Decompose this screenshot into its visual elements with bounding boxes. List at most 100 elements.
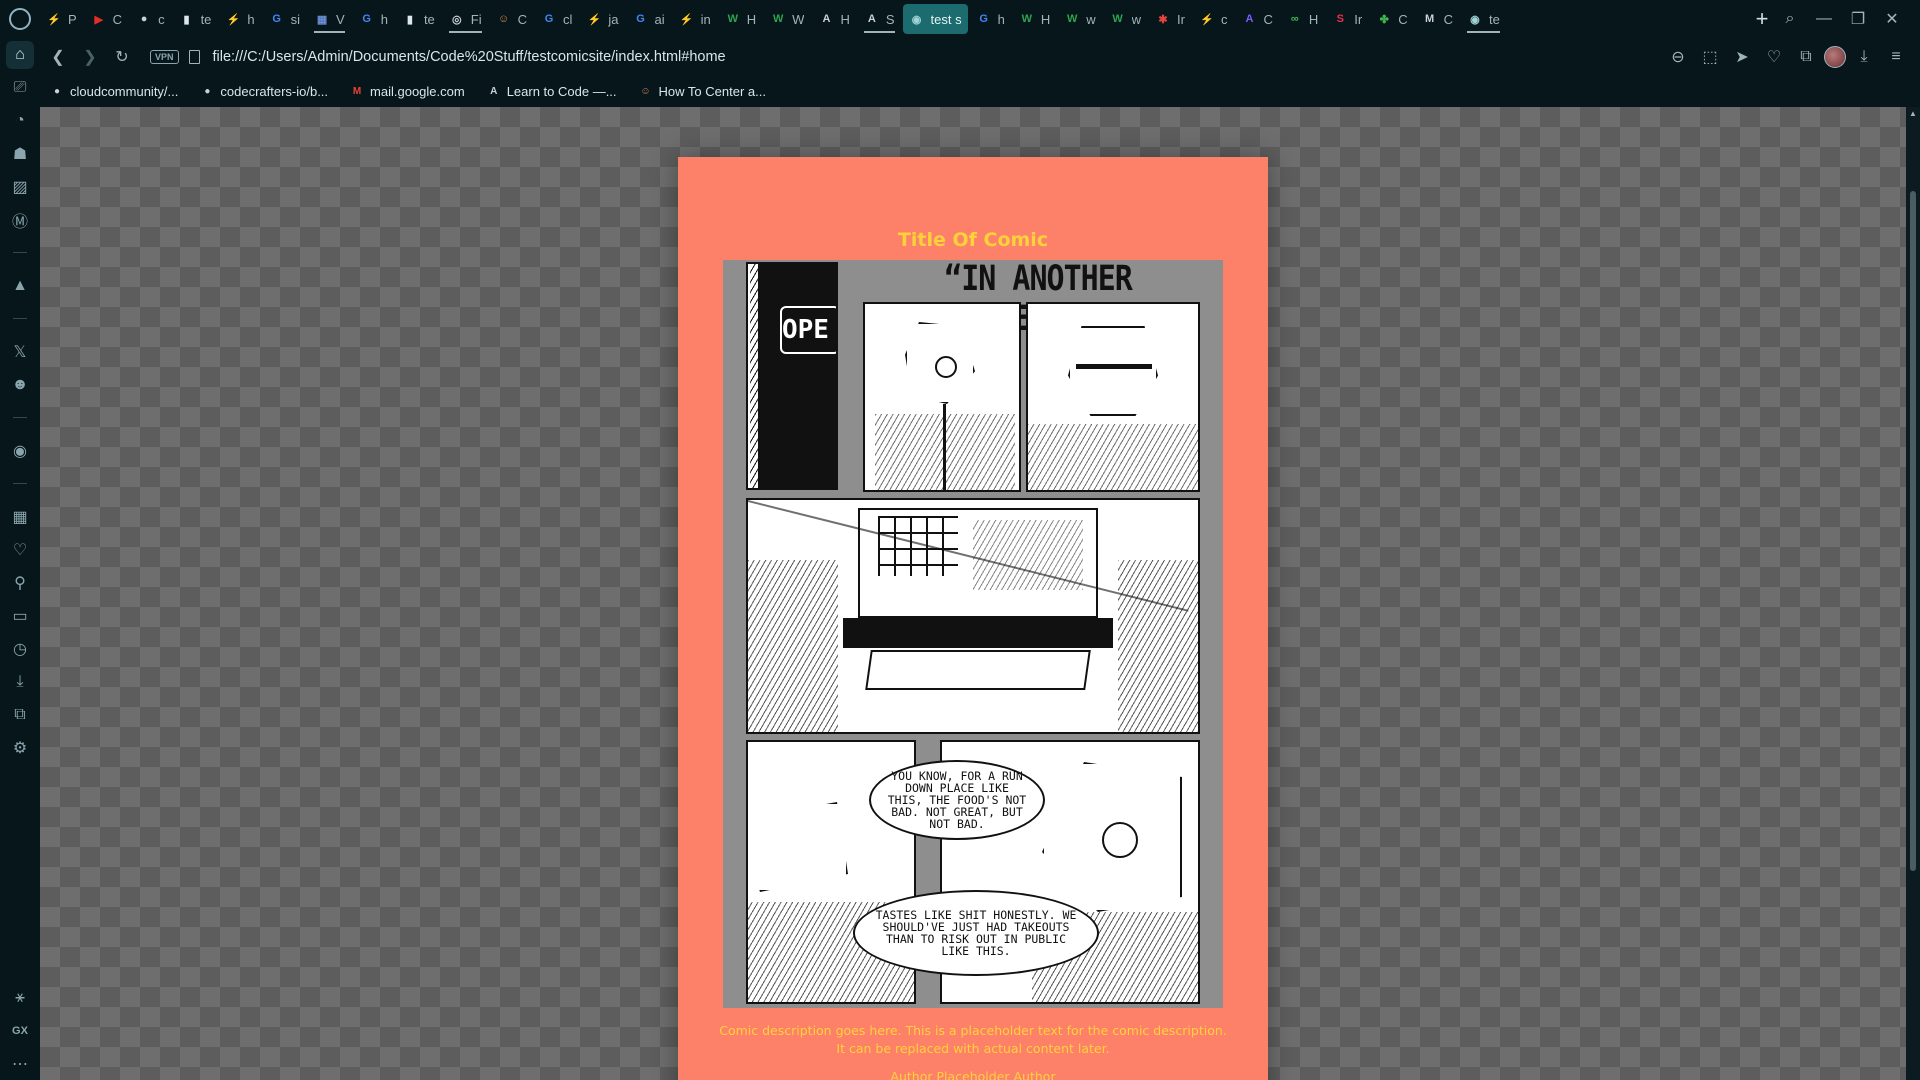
tabs-icon[interactable]: ▭	[0, 599, 40, 632]
browser-tab[interactable]: ▶ C	[85, 4, 128, 34]
minimize-button[interactable]: —	[1810, 5, 1838, 33]
more-icon[interactable]: ⋯	[0, 1047, 40, 1080]
browser-tab[interactable]: Gh	[353, 4, 394, 34]
scroll-up-arrow[interactable]: ▲	[1909, 109, 1917, 118]
browser-tab[interactable]: ◎ Fi	[443, 4, 488, 34]
browser-tab[interactable]: ∞ H	[1281, 4, 1324, 34]
gx-label[interactable]: GX	[0, 1014, 40, 1047]
gx-control-icon[interactable]: ⎚	[0, 71, 40, 104]
bookmarks-heart-icon[interactable]: ♡	[0, 533, 40, 566]
restore-button[interactable]: ❐	[1844, 5, 1872, 33]
history-icon[interactable]: ◷	[0, 632, 40, 665]
browser-tab[interactable]: Gsi	[263, 4, 306, 34]
browser-tab[interactable]: AC	[1235, 4, 1278, 34]
home-icon[interactable]: ⌂	[0, 38, 40, 71]
browser-tab[interactable]: ▮ te	[173, 4, 218, 34]
snapshot-icon[interactable]: ⬚	[1696, 43, 1724, 71]
browser-tab[interactable]: ✤ C	[1370, 4, 1413, 34]
extensions-icon[interactable]: ⧉	[1792, 43, 1820, 71]
download-icon[interactable]: ⤓	[1850, 43, 1878, 71]
performance-icon[interactable]: ◔	[0, 104, 40, 137]
speed-dial-icon[interactable]: ▦	[0, 500, 40, 533]
browser-tab[interactable]: ◉ te	[1461, 4, 1506, 34]
tab-label: H	[1040, 11, 1051, 27]
send-icon[interactable]: ➤	[1728, 43, 1756, 71]
close-button[interactable]: ✕	[1878, 5, 1906, 33]
bookmark-item[interactable]: Mmail.google.com	[350, 84, 465, 99]
tab-favicon-icon: ◉	[1470, 13, 1480, 26]
toolbar-right: ⊖ ⬚ ➤ ♡ ⧉ ⤓ ≡	[1664, 43, 1920, 71]
bookmark-item[interactable]: ☺ How To Center a...	[639, 84, 766, 99]
discord-icon[interactable]: ☻	[0, 368, 40, 401]
tab-label: C	[1263, 11, 1273, 27]
profile-avatar[interactable]	[1824, 46, 1846, 68]
browser-tab[interactable]: ⚡ h	[219, 4, 260, 34]
tab-label: C	[1443, 11, 1453, 27]
browser-tab[interactable]: ▮ te	[396, 4, 441, 34]
heart-icon[interactable]: ♡	[1760, 43, 1788, 71]
tab-label: te	[1488, 11, 1500, 27]
scrollbar-thumb[interactable]	[1910, 191, 1916, 871]
search-tabs-icon[interactable]: ⌕	[1776, 5, 1804, 33]
settings-icon[interactable]: ⚙	[0, 731, 40, 764]
url-field[interactable]: file:///C:/Users/Admin/Documents/Code%20…	[213, 49, 1664, 65]
tab-favicon-icon: A	[1245, 13, 1254, 25]
downloads-icon[interactable]: ⤓	[0, 665, 40, 698]
extensions-sidebar-icon[interactable]: ⧉	[0, 698, 40, 731]
page-scrollbar[interactable]: ▲	[1906, 107, 1920, 1080]
x-twitter-icon[interactable]: 𝕏	[0, 335, 40, 368]
browser-tab[interactable]: Gcl	[535, 4, 578, 34]
zoom-out-icon[interactable]: ⊖	[1664, 43, 1692, 71]
tab-favicon-icon: ⚡	[1200, 13, 1214, 26]
browser-tab[interactable]: Gai	[627, 4, 671, 34]
aria-icon[interactable]: ▲	[0, 269, 40, 302]
browser-tab[interactable]: Gh	[970, 4, 1011, 34]
wallpaper-icon[interactable]: ▨	[0, 170, 40, 203]
tab-label: Ir	[1177, 11, 1185, 27]
tab-favicon-icon: G	[544, 13, 554, 25]
browser-tab[interactable]: ☺ C	[490, 4, 533, 34]
browser-tab[interactable]: WH	[1013, 4, 1056, 34]
sidebar: ⌂ ⎚ ◔ ☗ ▨ Ⓜ ▲ 𝕏 ☻ ◉ ▦ ♡ ⚲ ▭ ◷ ⤓ ⧉ ⚙ ⚹ GX…	[0, 38, 40, 1080]
pinboard-icon[interactable]: ⚲	[0, 566, 40, 599]
browser-tab[interactable]: Ww	[1104, 4, 1147, 34]
gx-corner-icon[interactable]: ☗	[0, 137, 40, 170]
browser-tab[interactable]: ⚡ in	[673, 4, 717, 34]
browser-tab[interactable]: ⚡ c	[1193, 4, 1234, 34]
tab-favicon-icon: ✱	[1158, 13, 1168, 26]
tab-favicon-icon: ▶	[94, 13, 103, 26]
browser-tab[interactable]: AH	[812, 4, 855, 34]
back-button[interactable]: ❮	[44, 43, 72, 71]
vpn-badge[interactable]: VPN	[150, 50, 179, 64]
reload-button[interactable]: ↻	[108, 43, 136, 71]
browser-tab[interactable]: AS	[858, 4, 901, 34]
opera-menu-icon[interactable]	[0, 0, 40, 38]
browser-tab[interactable]: Ww	[1058, 4, 1101, 34]
browser-tab[interactable]: MC	[1416, 4, 1459, 34]
browser-tab[interactable]: ⚡ P	[40, 4, 83, 34]
sidebar-setup-icon[interactable]: ⚹	[0, 981, 40, 1014]
browser-tab[interactable]: ✱ Ir	[1149, 4, 1191, 34]
mods-icon[interactable]: Ⓜ	[0, 203, 40, 236]
browser-tab[interactable]: S Ir	[1326, 4, 1368, 34]
browser-tab[interactable]: WH	[719, 4, 762, 34]
browser-tab[interactable]: ⚡ ja	[580, 4, 624, 34]
browser-tab[interactable]: ● c	[130, 4, 171, 34]
easy-setup-icon[interactable]: ≡	[1882, 43, 1910, 71]
tab-favicon-icon: ⚡	[226, 13, 241, 26]
browser-tab[interactable]: ▦ V	[308, 4, 351, 34]
bookmark-item[interactable]: ● cloudcommunity/...	[50, 84, 178, 99]
tab-favicon-icon: ∞	[1290, 13, 1299, 25]
spotify-icon[interactable]: ◉	[0, 434, 40, 467]
comic-author: Author Placeholder Author	[890, 1069, 1056, 1080]
browser-tab[interactable]: WW	[764, 4, 810, 34]
bookmark-item[interactable]: ● codecrafters-io/b...	[200, 84, 328, 99]
new-tab-button[interactable]: +	[1748, 5, 1776, 33]
browser-tab[interactable]: ◉ test s	[902, 4, 968, 34]
forward-button[interactable]: ❯	[76, 43, 104, 71]
comic-page-image: OPE “IN ANOTHER LIFETIME”	[723, 259, 1223, 1008]
bookmark-item[interactable]: A Learn to Code —...	[487, 84, 616, 99]
bookmarks-bar: ● cloudcommunity/... ● codecrafters-io/b...…	[40, 76, 1920, 107]
bookmark-label: mail.google.com	[370, 84, 465, 99]
tab-label: H	[1308, 11, 1319, 27]
